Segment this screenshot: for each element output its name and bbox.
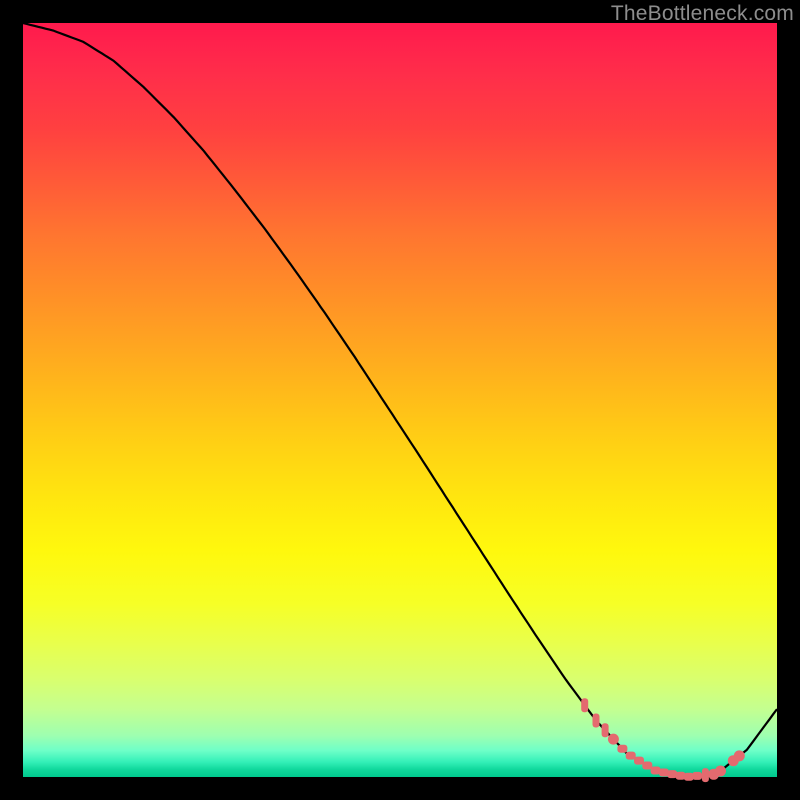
highlight-dash bbox=[642, 762, 652, 770]
highlight-dot bbox=[608, 734, 619, 745]
highlight-dash bbox=[692, 772, 702, 780]
highlight-dash bbox=[617, 745, 627, 753]
highlight-dash bbox=[626, 752, 636, 760]
highlight-dot bbox=[715, 766, 726, 777]
chart-plot-area bbox=[23, 23, 777, 777]
chart-svg bbox=[23, 23, 777, 777]
highlight-dot bbox=[734, 750, 745, 761]
highlight-tick bbox=[702, 768, 709, 782]
highlight-tick bbox=[602, 723, 609, 737]
bottleneck-curve bbox=[23, 23, 777, 777]
highlight-tick bbox=[581, 698, 588, 712]
highlight-tick bbox=[593, 714, 600, 728]
watermark-text: TheBottleneck.com bbox=[611, 2, 794, 26]
highlight-points bbox=[581, 698, 745, 782]
chart-stage: TheBottleneck.com bbox=[0, 0, 800, 800]
highlight-dash bbox=[634, 757, 644, 765]
